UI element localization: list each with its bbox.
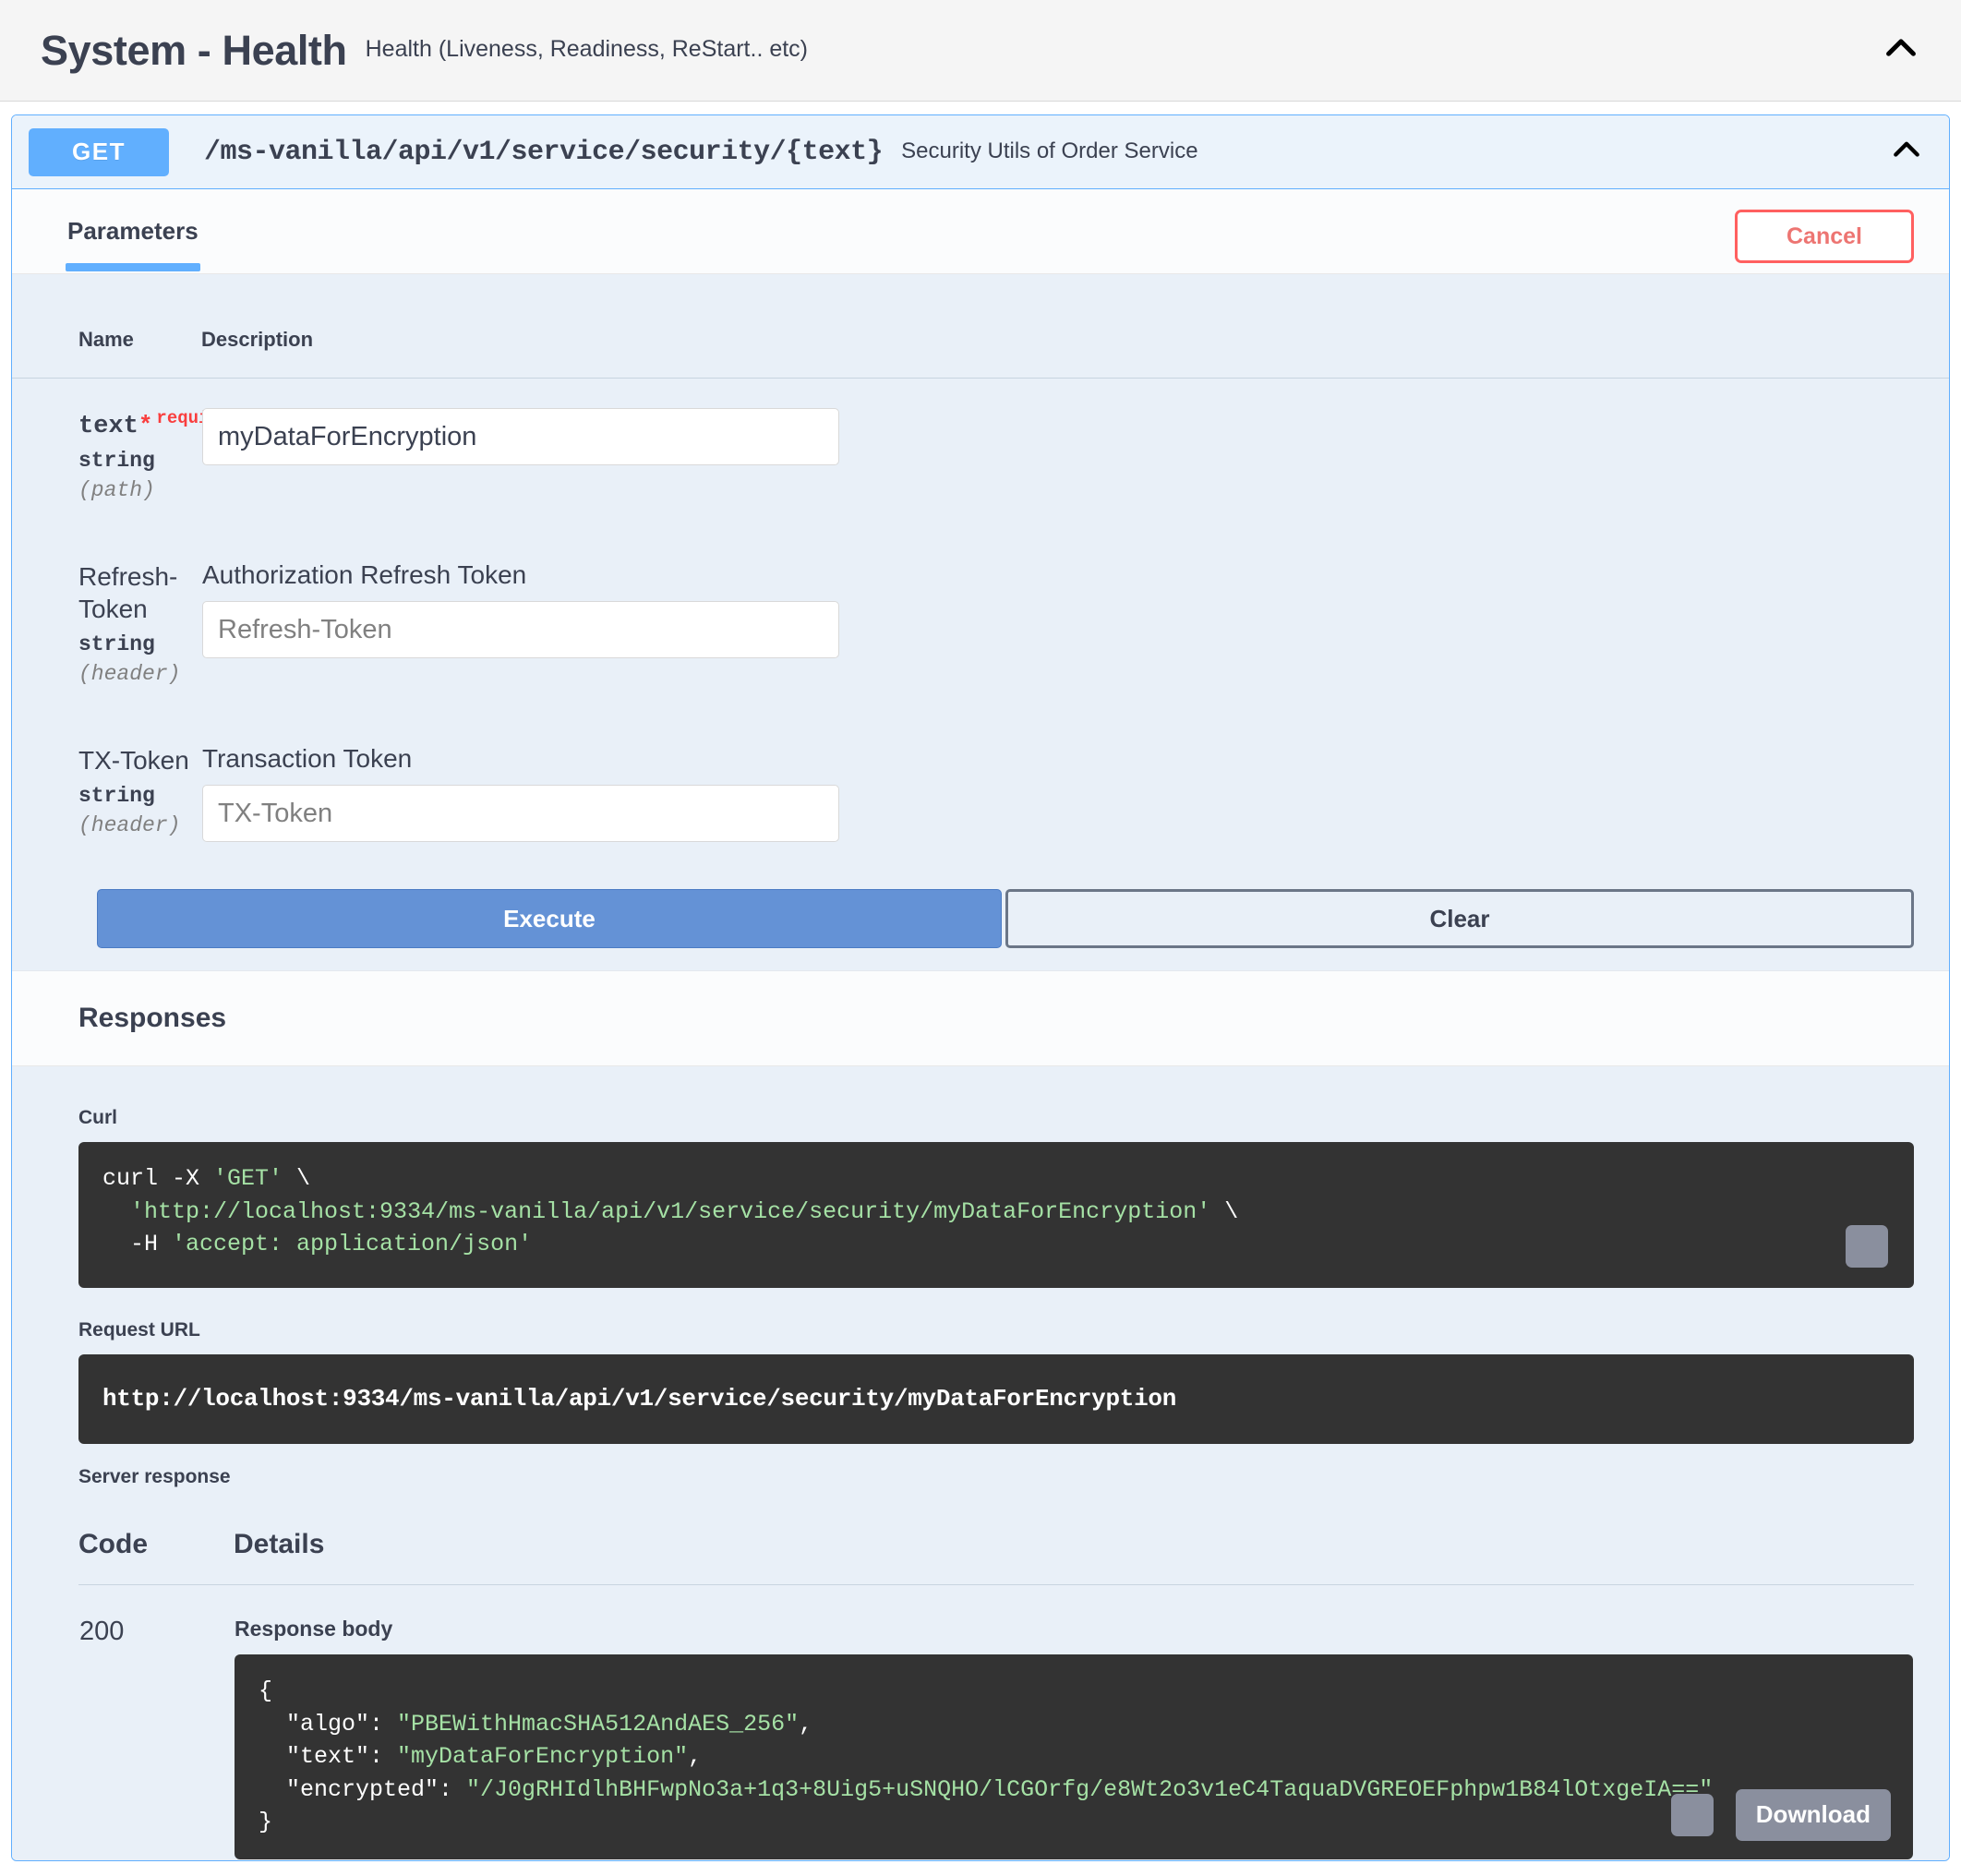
copy-icon[interactable] — [1670, 1793, 1714, 1836]
json-comma: , — [799, 1710, 813, 1738]
responses-section-header: Responses — [12, 970, 1949, 1067]
tag-description: Health (Liveness, Readiness, ReStart.. e… — [365, 35, 809, 62]
request-url-block: http://localhost:9334/ms-vanilla/api/v1/… — [78, 1354, 1914, 1445]
operation-block-get-security: GET /ms-vanilla/api/v1/service/security/… — [11, 114, 1950, 1861]
curl-header-flag: -H — [102, 1231, 173, 1258]
table-row: text* required string (path) — [12, 379, 1949, 504]
column-header-name: Name — [12, 274, 201, 379]
response-body-controls: Download — [1670, 1788, 1891, 1841]
curl-url-str: 'http://localhost:9334/ms-vanilla/api/v1… — [130, 1197, 1211, 1225]
table-row: 200 Response body { "algo": "PBEWithHmac… — [78, 1585, 1914, 1860]
swagger-ui-page: System - Health Health (Liveness, Readin… — [0, 0, 1961, 1876]
parameter-description-cell-tx-token: Transaction Token — [201, 715, 1949, 843]
parameter-description-cell-refresh-token: Authorization Refresh Token — [201, 531, 1949, 687]
tx-token-input[interactable] — [202, 785, 839, 843]
column-header-details: Details — [234, 1501, 1914, 1586]
tag-header[interactable]: System - Health Health (Liveness, Readin… — [0, 0, 1961, 102]
request-url-label: Request URL — [78, 1319, 200, 1341]
parameter-type: string — [78, 449, 155, 474]
operation-collapse-toggle[interactable] — [1888, 131, 1925, 173]
parameter-location: (header) — [78, 662, 181, 687]
curl-line2-tail: \ — [1210, 1197, 1239, 1225]
text-input[interactable] — [202, 408, 839, 465]
clear-button[interactable]: Clear — [1005, 889, 1914, 949]
response-table: Code Details 200 Response body { "algo":… — [78, 1501, 1914, 1860]
tab-list: Parameters — [66, 189, 200, 273]
response-code-cell: 200 — [78, 1585, 234, 1860]
parameter-location: (header) — [78, 813, 181, 838]
json-value-encrypted: "/J0gRHIdlhBHFwpNo3a+1q3+8Uig5+uSNQHO/lC… — [466, 1775, 1714, 1803]
chevron-up-icon — [1880, 27, 1922, 69]
required-star-icon: * — [138, 412, 153, 439]
parameter-description: Transaction Token — [202, 744, 413, 774]
parameters-section-header: Parameters Cancel — [12, 189, 1949, 274]
execute-button[interactable]: Execute — [97, 889, 1002, 949]
server-response-label: Server response — [78, 1466, 231, 1488]
response-table-header-row: Code Details — [78, 1501, 1914, 1586]
tab-parameters-label: Parameters — [67, 217, 199, 245]
tab-active-indicator — [66, 263, 200, 271]
response-details-cell: Response body { "algo": "PBEWithHmacSHA5… — [234, 1585, 1914, 1860]
row-spacer — [12, 503, 1949, 531]
curl-label: Curl — [78, 1107, 117, 1129]
refresh-token-input[interactable] — [202, 601, 839, 659]
operation-description: Security Utils of Order Service — [901, 138, 1198, 163]
json-key-encrypted: "encrypted": — [259, 1775, 467, 1803]
json-key-text: "text": — [259, 1743, 398, 1771]
curl-cmd: curl -X — [102, 1165, 214, 1193]
tab-parameters[interactable]: Parameters — [66, 189, 200, 273]
parameter-name-tx-token: TX-Token — [78, 746, 189, 776]
curl-method-str: 'GET' — [213, 1165, 283, 1193]
response-body-block: { "algo": "PBEWithHmacSHA512AndAES_256",… — [235, 1654, 1913, 1859]
parameter-description-cell-text — [201, 379, 1949, 504]
column-header-description: Description — [201, 274, 1949, 379]
cancel-button[interactable]: Cancel — [1735, 210, 1914, 263]
json-value-algo: "PBEWithHmacSHA512AndAES_256" — [397, 1710, 800, 1738]
tag-collapse-toggle[interactable] — [1880, 27, 1922, 74]
parameter-name-cell-text: text* required string (path) — [12, 379, 241, 504]
json-comma: , — [688, 1743, 703, 1771]
page-title: System - Health — [41, 27, 347, 74]
parameters-table-header-row: Name Description — [12, 274, 1949, 379]
parameters-table: Name Description text* required string (p… — [12, 274, 1949, 843]
table-row: TX-Token string (header) Transaction Tok… — [12, 715, 1949, 843]
parameter-name-text: text* required — [78, 408, 241, 441]
action-buttons: Execute Clear — [12, 843, 1949, 949]
row-spacer — [12, 687, 1949, 715]
parameter-name-refresh-token: Refresh-Token — [78, 562, 178, 624]
table-row: Refresh-Token string (header) Authorizat… — [12, 531, 1949, 687]
parameter-description: Authorization Refresh Token — [202, 560, 527, 590]
json-key-algo: "algo": — [259, 1710, 398, 1738]
parameter-type: string — [78, 632, 155, 657]
http-method-badge: GET — [29, 127, 169, 176]
copy-icon[interactable] — [1846, 1225, 1888, 1269]
response-body-label: Response body — [235, 1617, 393, 1642]
curl-line1-tail: \ — [283, 1165, 311, 1193]
json-value-text: "myDataForEncryption" — [397, 1743, 689, 1771]
operation-path: /ms-vanilla/api/v1/service/security/{tex… — [204, 136, 884, 168]
parameters-body: Name Description text* required string (p… — [12, 274, 1949, 971]
responses-title: Responses — [78, 1003, 227, 1034]
chevron-up-icon — [1888, 131, 1925, 168]
parameter-name-cell-tx-token: TX-Token string (header) — [12, 715, 201, 843]
parameter-location: (path) — [78, 478, 155, 503]
curl-code-block: curl -X 'GET' \ 'http://localhost:9334/m… — [78, 1142, 1914, 1289]
curl-accept-str: 'accept: application/json' — [172, 1231, 533, 1258]
status-badge: 200 — [79, 1617, 125, 1647]
json-open-brace: { — [259, 1678, 273, 1705]
download-button[interactable]: Download — [1735, 1788, 1891, 1841]
parameter-name-label: text — [78, 413, 138, 440]
parameter-name-cell-refresh-token: Refresh-Token string (header) — [12, 531, 201, 687]
json-close-brace: } — [259, 1809, 273, 1836]
responses-body: Curl curl -X 'GET' \ 'http://localhost:9… — [12, 1066, 1949, 1860]
parameter-type: string — [78, 784, 155, 809]
operation-summary-bar[interactable]: GET /ms-vanilla/api/v1/service/security/… — [12, 115, 1949, 189]
column-header-code: Code — [78, 1501, 234, 1586]
